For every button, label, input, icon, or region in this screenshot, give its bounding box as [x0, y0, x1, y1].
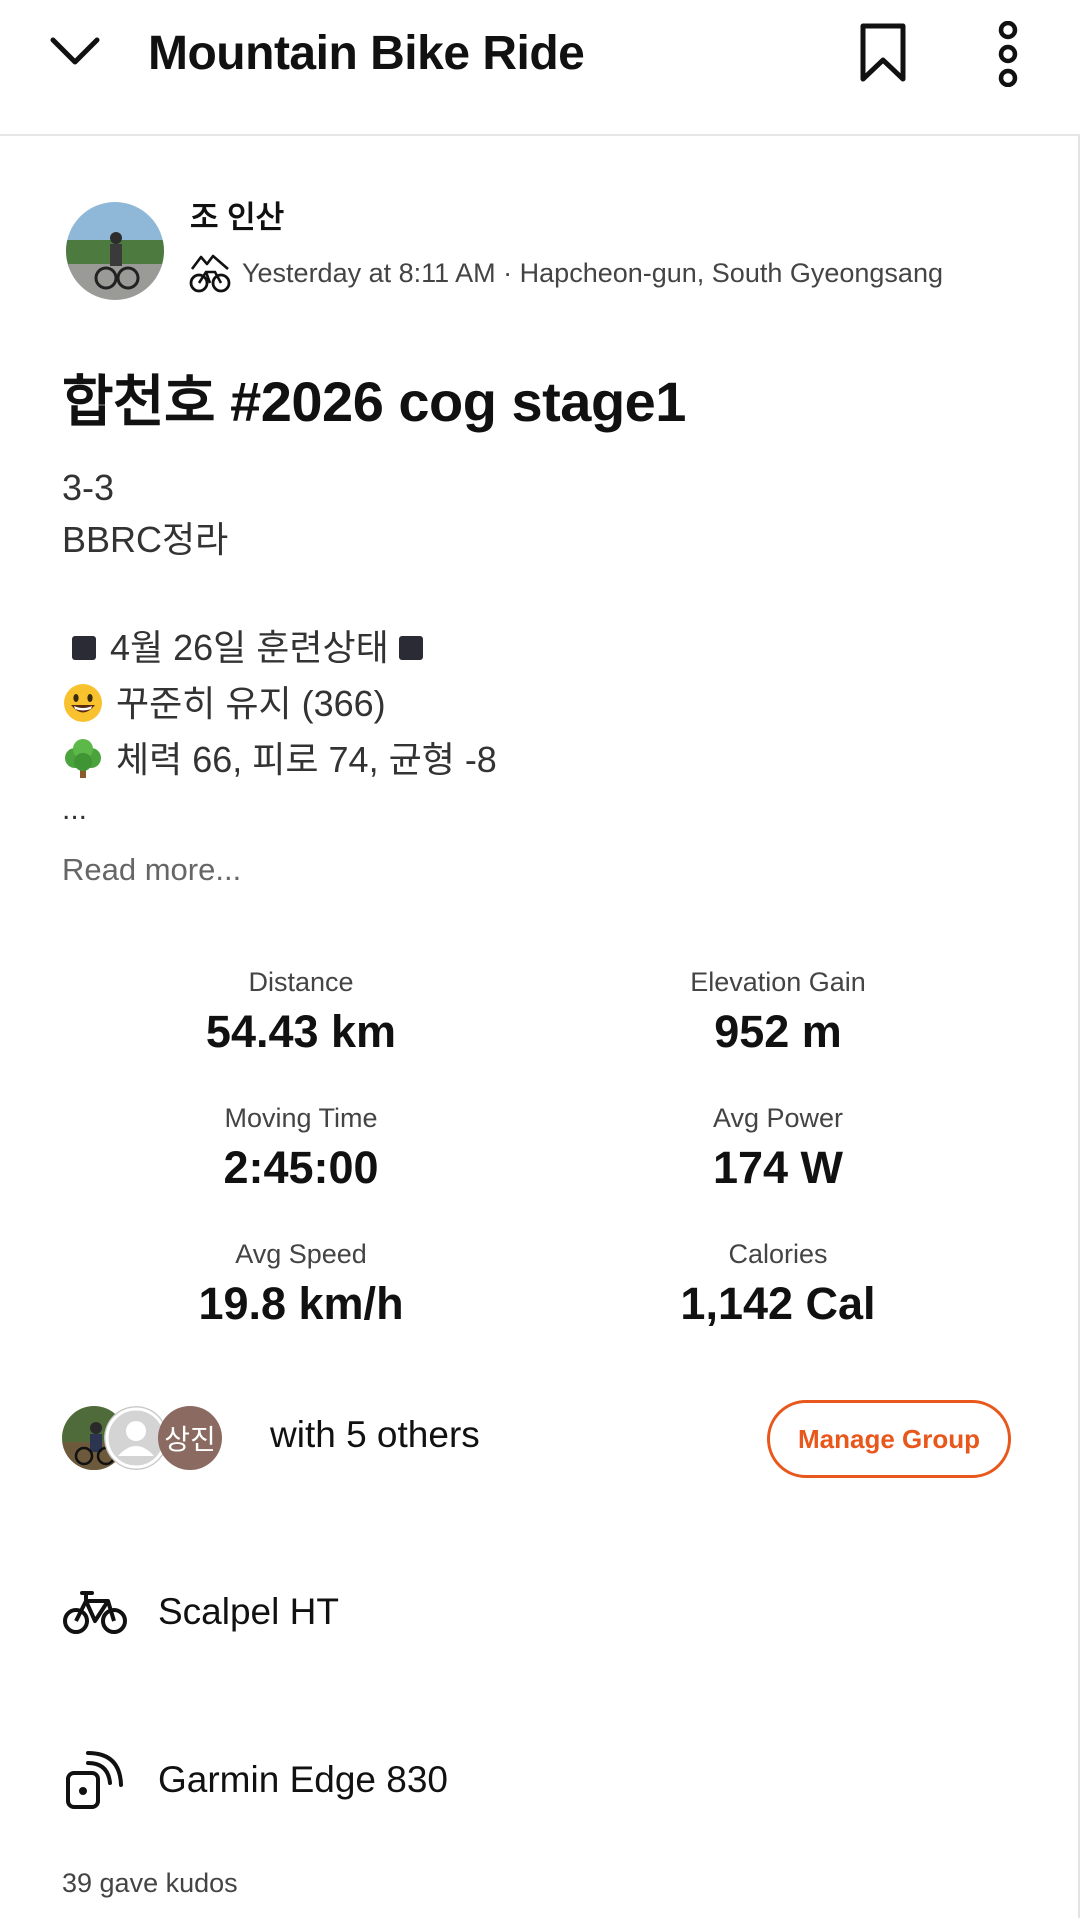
athlete-avatar[interactable]	[66, 202, 164, 300]
stat-elevation-gain: Elevation Gain 952 m	[568, 964, 988, 1062]
activity-meta: Yesterday at 8:11 AM · Hapcheon-gun, Sou…	[188, 250, 943, 296]
square-icon	[398, 636, 423, 660]
bike-name: Scalpel HT	[158, 1591, 339, 1632]
stat-label: Distance	[248, 967, 354, 997]
stat-value: 1,142 Cal	[680, 1278, 876, 1329]
bike-icon-wrap	[62, 1579, 128, 1645]
description-line: 4월 26일 훈련상태	[62, 624, 437, 672]
mountain-bike-icon	[189, 254, 231, 293]
group-activity-row: 상진 with 5 others Manage Group	[62, 1400, 1018, 1484]
stat-value: 174 W	[712, 1142, 844, 1193]
more-options-button[interactable]	[976, 14, 1040, 94]
stat-value: 54.43 km	[205, 1006, 397, 1057]
stat-calories: Calories 1,142 Cal	[568, 1236, 988, 1334]
description-text: 체력 66, 피로 74, 균형 -8	[116, 739, 497, 780]
device-row[interactable]: Garmin Edge 830	[62, 1748, 1018, 1812]
stat-distance: Distance 54.43 km	[91, 964, 511, 1062]
description-line: 체력 66, 피로 74, 균형 -8	[62, 736, 497, 784]
description-line: 꾸준히 유지 (366)	[62, 680, 386, 728]
stat-label: Moving Time	[224, 1103, 378, 1133]
kudos-count[interactable]: 39 gave kudos	[62, 1868, 238, 1899]
page-title: Mountain Bike Ride	[148, 27, 585, 80]
tree-icon	[65, 739, 101, 778]
bookmark-button[interactable]	[848, 18, 918, 88]
stat-label: Avg Speed	[235, 1239, 367, 1269]
with-others-text[interactable]: with 5 others	[270, 1414, 480, 1456]
device-name: Garmin Edge 830	[158, 1759, 449, 1800]
read-more-link[interactable]: Read more...	[62, 852, 241, 888]
stat-value: 2:45:00	[223, 1142, 379, 1193]
description-line: 3-3	[62, 467, 115, 508]
activity-timestamp-location: Yesterday at 8:11 AM · Hapcheon-gun, Sou…	[242, 257, 943, 288]
stat-value: 952 m	[714, 1006, 842, 1057]
description-text: 꾸준히 유지 (366)	[116, 683, 386, 724]
more-vertical-icon	[998, 21, 1018, 87]
stat-avg-speed: Avg Speed 19.8 km/h	[91, 1236, 511, 1334]
chevron-down-icon	[50, 37, 100, 65]
stat-moving-time: Moving Time 2:45:00	[91, 1100, 511, 1198]
collapse-button[interactable]	[40, 20, 110, 84]
description-text: 4월 26일 훈련상태	[110, 627, 389, 668]
activity-title: 합천호 #2026 cog stage1	[62, 370, 686, 433]
description-ellipsis: ...	[62, 793, 88, 826]
description-line: BBRC정라	[62, 519, 229, 560]
athlete-name[interactable]: 조 인산	[190, 198, 284, 238]
square-icon	[72, 636, 96, 660]
bike-row[interactable]: Scalpel HT	[62, 1580, 1018, 1644]
smiley-icon	[64, 684, 102, 722]
device-icon-wrap	[62, 1747, 128, 1813]
athlete-photo	[66, 202, 164, 300]
bike-icon	[63, 1591, 127, 1634]
stat-label: Calories	[728, 1239, 828, 1269]
top-app-bar: Mountain Bike Ride	[0, 0, 1080, 136]
manage-group-button[interactable]: Manage Group	[767, 1400, 1011, 1478]
stat-avg-power: Avg Power 174 W	[568, 1100, 988, 1198]
stat-value: 19.8 km/h	[198, 1278, 404, 1329]
stat-label: Elevation Gain	[690, 967, 866, 997]
bookmark-icon	[860, 23, 906, 82]
stat-label: Avg Power	[712, 1103, 844, 1133]
group-member-avatar[interactable]: 상진	[158, 1406, 222, 1470]
device-sync-icon	[66, 1751, 123, 1809]
